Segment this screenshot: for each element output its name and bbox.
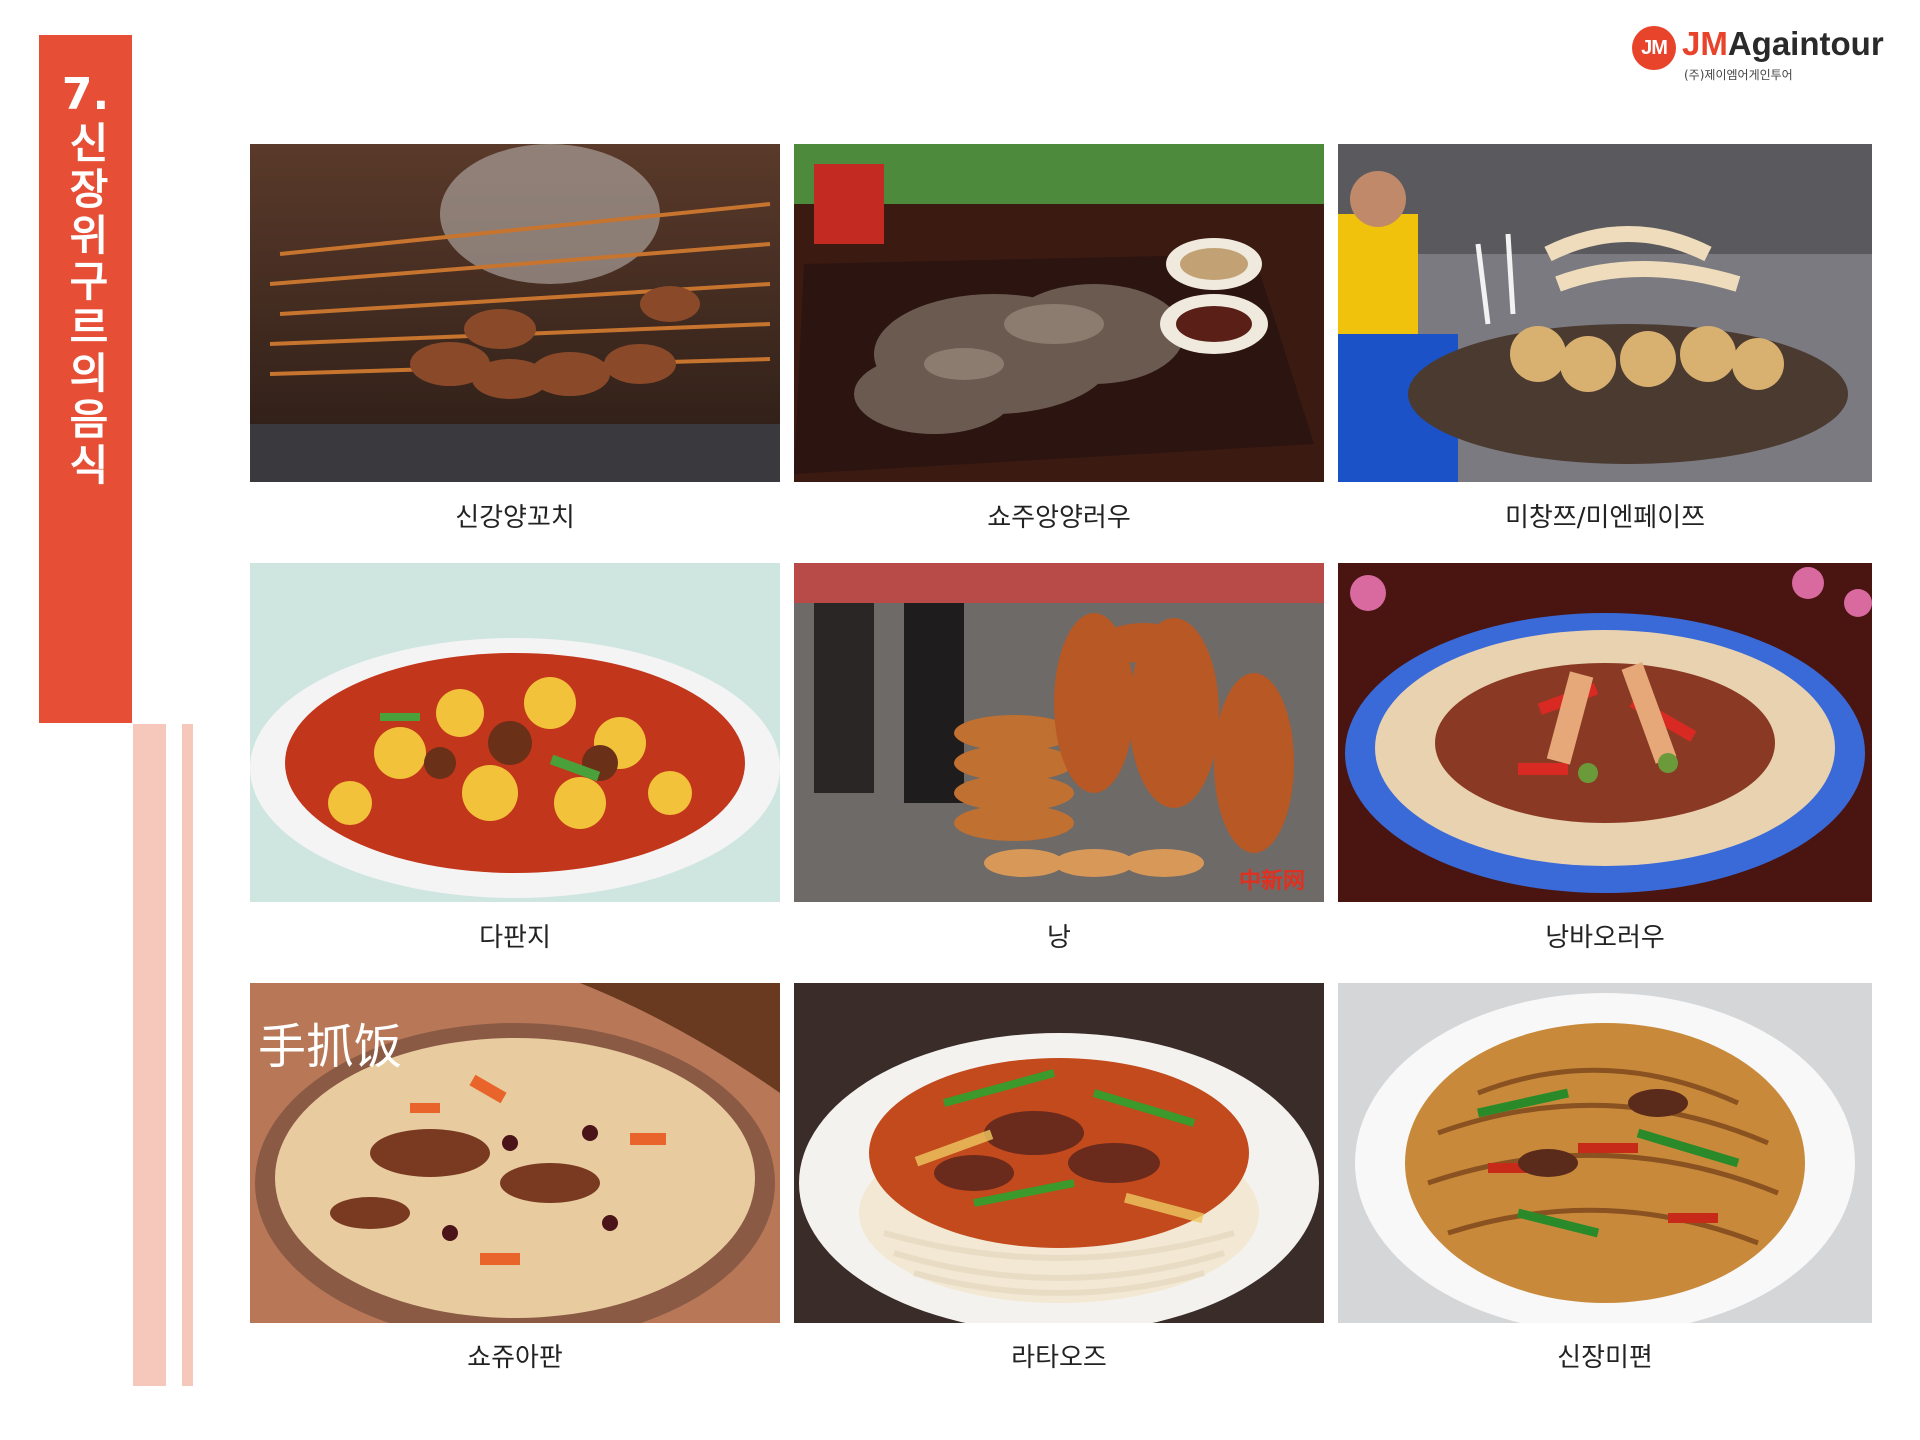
dish-photo: 手抓饭 — [250, 983, 780, 1323]
dish-name: 쇼쥬아판 — [467, 1343, 563, 1373]
dish-photo — [794, 144, 1324, 482]
decorative-stripe-wide — [133, 724, 166, 1386]
slide-number: 7. — [61, 69, 110, 120]
dish-name: 다판지 — [479, 923, 551, 953]
dish-name: 낭바오러우 — [1545, 923, 1665, 953]
company-logo: JM JMAgaintour (주)제이엠어게인투어 — [1630, 22, 1910, 92]
dish-card: 手抓饭 쇼쥬아판 — [250, 983, 780, 1393]
photo-watermark: 中新网 — [1239, 868, 1305, 894]
logo-mark-text: JM — [1641, 37, 1668, 59]
decorative-stripe-narrow — [182, 724, 193, 1386]
dish-photo — [1338, 563, 1872, 902]
dish-card: 신강양꼬치 — [250, 144, 780, 554]
logo-brand-prefix: JM — [1682, 25, 1728, 62]
dish-card: 미창쯔/미엔페이쯔 — [1338, 144, 1872, 554]
slide-title: 신장위구르의음식 — [61, 121, 111, 489]
slide-title-bar: 7. 신장위구르의음식 — [39, 35, 132, 723]
logo-wordmark: JMAgaintour — [1682, 24, 1884, 64]
dish-name: 미창쯔/미엔페이쯔 — [1504, 503, 1706, 533]
photo-overlay-text: 手抓饭 — [258, 1019, 402, 1075]
dish-name: 낭 — [1047, 923, 1071, 953]
dish-photo — [1338, 983, 1872, 1323]
dish-card: 신장미편 — [1338, 983, 1872, 1393]
dish-name: 라타오즈 — [1011, 1343, 1107, 1373]
dish-photo — [794, 983, 1324, 1323]
dish-name: 신강양꼬치 — [455, 503, 575, 533]
dish-card: 中新网 낭 — [794, 563, 1324, 973]
dish-photo: 中新网 — [794, 563, 1324, 902]
dish-photo — [250, 144, 780, 482]
logo-brand-suffix: Againtour — [1727, 25, 1884, 62]
logo-mark-icon: JM — [1632, 26, 1676, 70]
dish-card: 라타오즈 — [794, 983, 1324, 1393]
dish-photo — [1338, 144, 1872, 482]
dish-name: 쇼주앙양러우 — [987, 503, 1131, 533]
dish-name: 신장미편 — [1557, 1343, 1653, 1373]
logo-subtitle: (주)제이엠어게인투어 — [1684, 68, 1793, 82]
dish-card: 쇼주앙양러우 — [794, 144, 1324, 554]
dish-card: 낭바오러우 — [1338, 563, 1872, 973]
dish-photo — [250, 563, 780, 902]
dish-card: 다판지 — [250, 563, 780, 973]
